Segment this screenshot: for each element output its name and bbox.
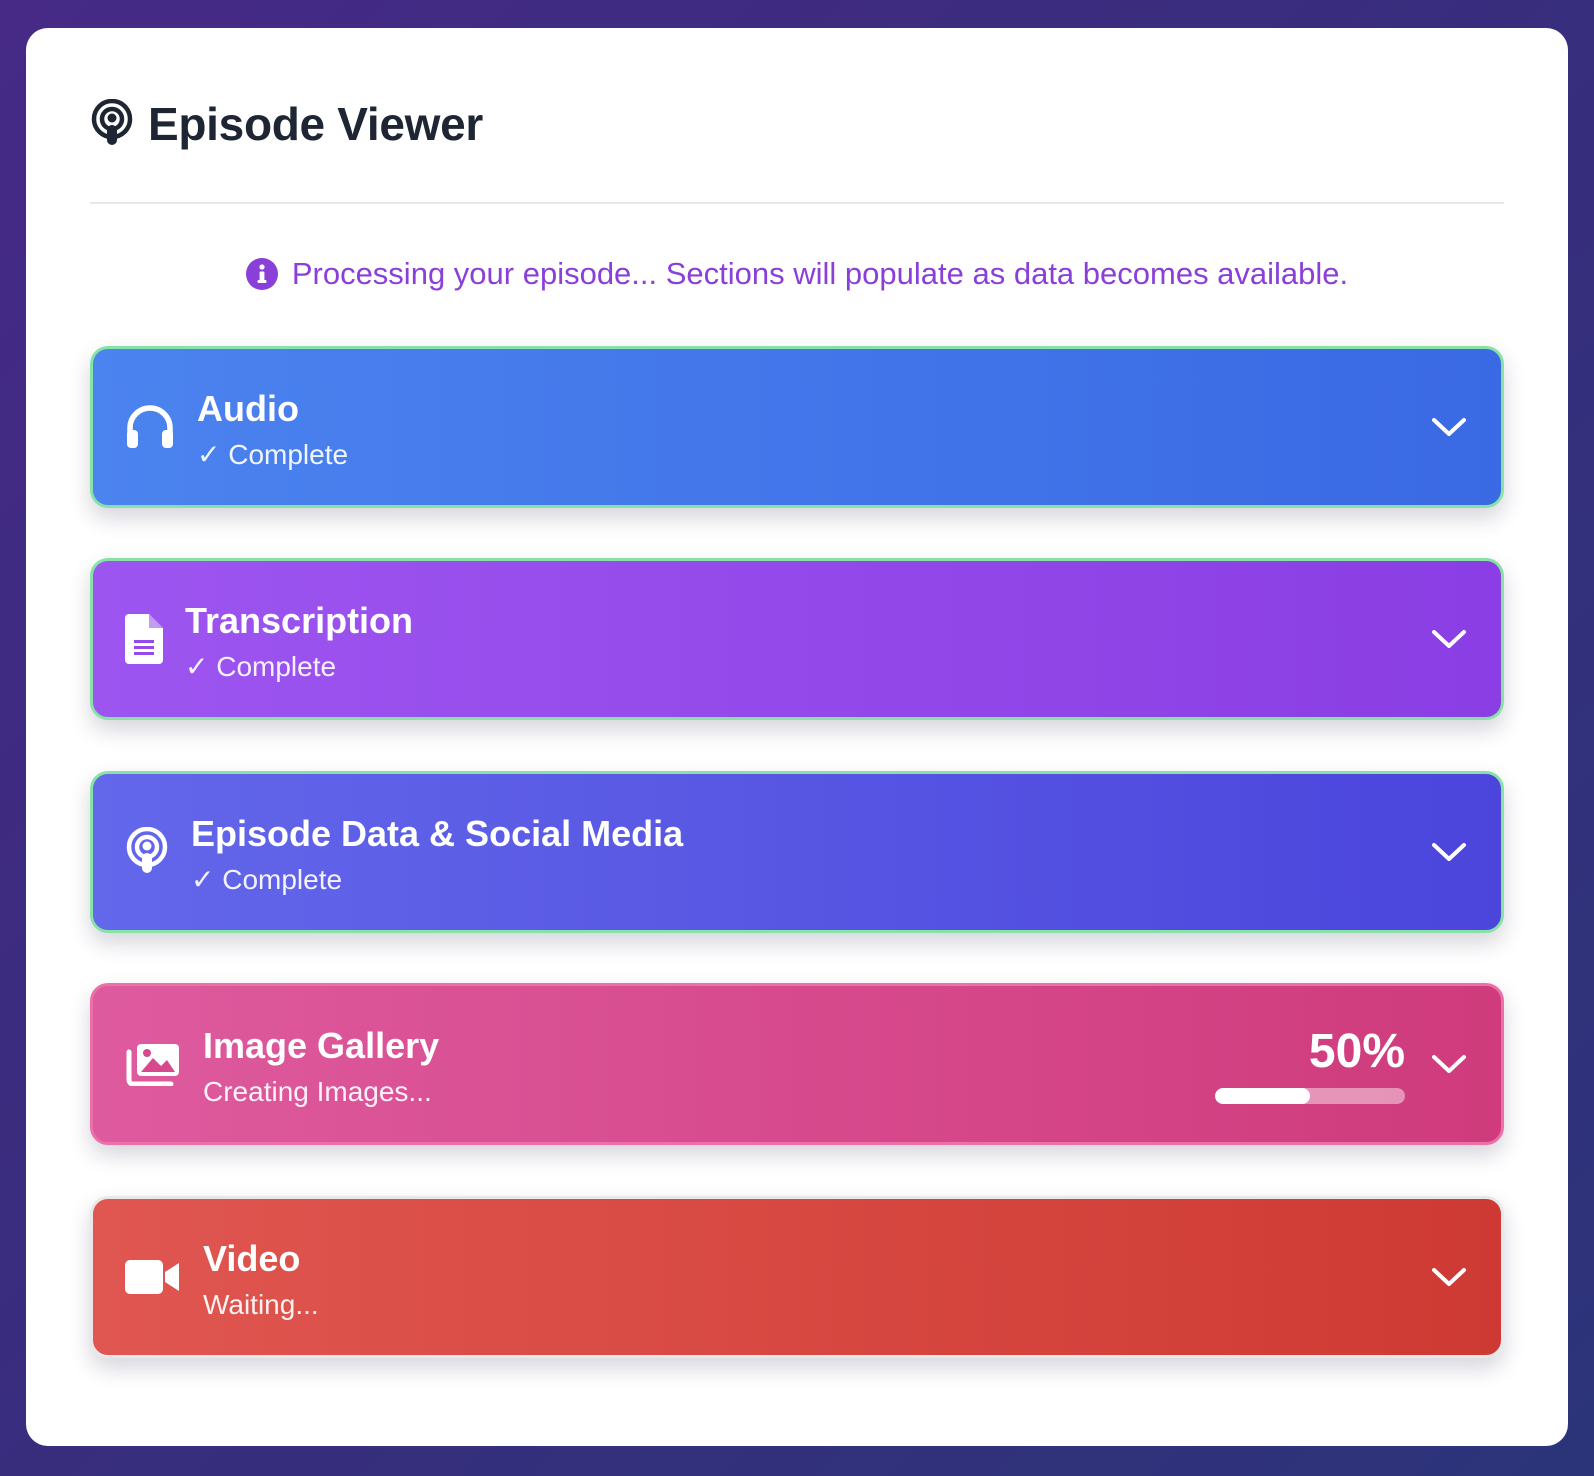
section-title: Image Gallery [203, 1025, 440, 1066]
document-icon [125, 614, 163, 664]
section-status: ✓ Complete [191, 864, 343, 895]
page-title: Episode Viewer [148, 98, 483, 150]
section-status: Waiting... [203, 1289, 319, 1320]
section-video[interactable]: Video Waiting... [90, 1196, 1504, 1358]
chevron-down-icon[interactable] [1429, 1257, 1469, 1297]
section-image-gallery-text: Image Gallery Creating Images... [203, 1024, 439, 1110]
section-title: Episode Data & Social Media [191, 813, 684, 854]
page-header: Episode Viewer [90, 94, 483, 154]
podcast-icon [125, 827, 169, 877]
section-status: Creating Images... [203, 1076, 432, 1107]
progress-percentage: 50% [1308, 1025, 1405, 1078]
section-image-gallery[interactable]: Image Gallery Creating Images... 50% [90, 983, 1504, 1145]
section-status: ✓ Complete [197, 439, 349, 470]
section-title: Audio [197, 388, 299, 429]
section-video-text: Video Waiting... [203, 1237, 319, 1323]
section-transcription[interactable]: Transcription ✓ Complete [90, 558, 1504, 720]
section-status: ✓ Complete [185, 651, 337, 682]
section-transcription-text: Transcription ✓ Complete [185, 599, 413, 685]
progress-bar-fill [1215, 1088, 1310, 1104]
section-episode-data-text: Episode Data & Social Media ✓ Complete [191, 812, 683, 898]
section-audio[interactable]: Audio ✓ Complete [90, 346, 1504, 508]
chevron-down-icon[interactable] [1429, 1044, 1469, 1084]
section-title: Transcription [185, 600, 414, 641]
images-icon [125, 1042, 181, 1086]
podcast-icon [90, 99, 134, 149]
progress-bar [1215, 1088, 1405, 1104]
headphones-icon [125, 404, 175, 450]
info-circle-icon [245, 258, 278, 290]
video-camera-icon [125, 1258, 181, 1296]
chevron-down-icon[interactable] [1429, 619, 1469, 659]
chevron-down-icon[interactable] [1429, 407, 1469, 447]
header-divider [90, 202, 1504, 204]
section-audio-text: Audio ✓ Complete [197, 387, 348, 473]
image-gallery-progress: 50% [1215, 1024, 1405, 1104]
chevron-down-icon[interactable] [1429, 832, 1469, 872]
episode-viewer-card: Episode Viewer Processing your episode..… [26, 28, 1568, 1446]
section-episode-data[interactable]: Episode Data & Social Media ✓ Complete [90, 771, 1504, 933]
section-title: Video [203, 1238, 301, 1279]
processing-notice-text: Processing your episode... Sections will… [291, 256, 1349, 291]
processing-notice: Processing your episode... Sections will… [26, 256, 1568, 292]
